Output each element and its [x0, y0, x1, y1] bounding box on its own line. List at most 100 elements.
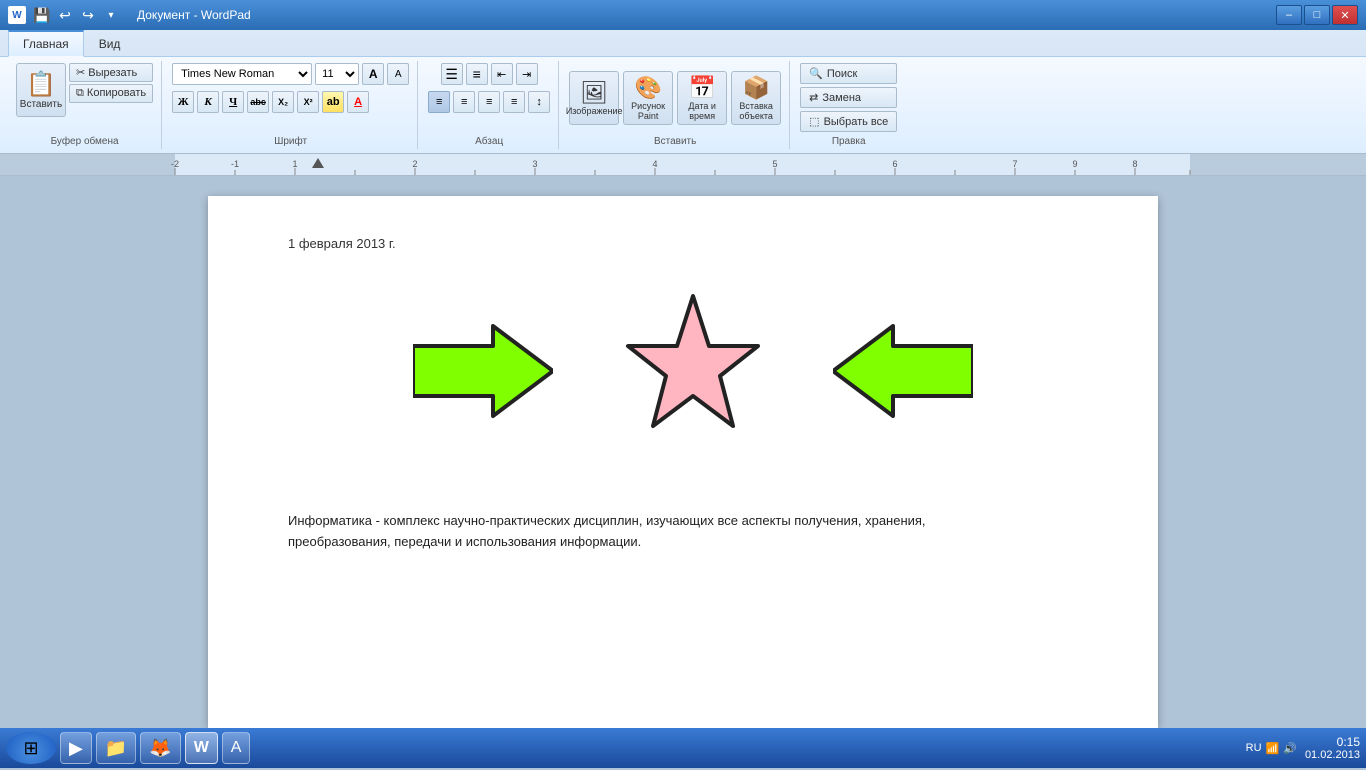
quick-access-toolbar: 💾 ↩ ↪ ▾ — [32, 5, 121, 25]
select-all-btn[interactable]: ⬚ Выбрать все — [800, 111, 897, 132]
line-spacing-btn[interactable]: ↕ — [528, 91, 550, 113]
bold-btn[interactable]: Ж — [172, 91, 194, 113]
clipboard-label: Буфер обмена — [51, 132, 119, 147]
network-icon: 📶 — [1266, 742, 1280, 755]
insert-paint-btn[interactable]: 🎨 РисунокPaint — [623, 71, 673, 125]
arrow-right-shape — [413, 321, 553, 421]
num-list-btn[interactable]: ≡ — [466, 63, 488, 85]
highlight-btn[interactable]: ab — [322, 91, 344, 113]
font-name-select[interactable]: Times New Roman — [172, 63, 312, 85]
font-shrink-btn[interactable]: A — [387, 63, 409, 85]
media-player-icon: ▶ — [69, 738, 83, 759]
replace-btn[interactable]: ⇄ Замена — [800, 87, 897, 108]
ruler-svg: 1 2 3 4 5 6 7 8 -1 -2 9 — [0, 154, 1366, 176]
search-btn[interactable]: 🔍 Поиск — [800, 63, 897, 84]
clock-date: 01.02.2013 — [1305, 749, 1360, 761]
select-all-icon: ⬚ — [809, 115, 819, 128]
svg-text:-1: -1 — [231, 159, 239, 169]
clipboard-group: 📋 Вставить ✂ Вырезать ⧉ Копировать Буфер… — [8, 61, 162, 149]
taskbar-file-explorer[interactable]: 📁 — [96, 732, 136, 764]
taskbar-media-player[interactable]: ▶ — [60, 732, 92, 764]
cut-label: Вырезать — [88, 67, 137, 79]
title-text: Документ - WordPad — [137, 8, 251, 22]
svg-text:9: 9 — [1072, 159, 1077, 169]
align-left-btn[interactable]: ≡ — [428, 91, 450, 113]
document-area: 1 февраля 2013 г. Информатика - комплекс… — [0, 176, 1366, 748]
paragraph-controls: ☰ ≡ ⇤ ⇥ ≡ ≡ ≡ ≡ ↕ — [428, 63, 550, 132]
insert-object-btn[interactable]: 📦 Вставкаобъекта — [731, 71, 781, 125]
font-color-btn[interactable]: A — [347, 91, 369, 113]
paste-icon: 📋 — [26, 70, 56, 99]
document-text[interactable]: Информатика - комплекс научно-практическ… — [288, 511, 988, 553]
align-right-btn[interactable]: ≡ — [478, 91, 500, 113]
svg-text:-2: -2 — [171, 159, 179, 169]
paragraph-group: ☰ ≡ ⇤ ⇥ ≡ ≡ ≡ ≡ ↕ Абзац — [420, 61, 559, 149]
wordpad-taskbar-icon: W — [194, 739, 209, 757]
svg-text:3: 3 — [532, 159, 537, 169]
insert-image-btn[interactable]: 🖼 Изображение — [569, 71, 619, 125]
ribbon-tabs: Главная Вид — [0, 30, 1366, 56]
svg-text:1: 1 — [292, 159, 297, 169]
ruler: 1 2 3 4 5 6 7 8 -1 -2 9 — [0, 154, 1366, 176]
decrease-indent-btn[interactable]: ⇤ — [491, 63, 513, 85]
find-controls: 🔍 Поиск ⇄ Замена ⬚ Выбрать все — [800, 63, 897, 132]
select-all-label: Выбрать все — [824, 116, 889, 128]
flashcard-icon: A — [231, 739, 242, 757]
file-explorer-icon: 📁 — [105, 738, 127, 759]
font-group: Times New Roman 11 A A Ж К Ч abc X₂ X² a… — [164, 61, 418, 149]
tab-view[interactable]: Вид — [84, 30, 136, 56]
undo-quick-btn[interactable]: ↩ — [55, 5, 75, 25]
language-indicator[interactable]: RU — [1246, 742, 1262, 754]
qa-dropdown-btn[interactable]: ▾ — [101, 5, 121, 25]
search-label: Поиск — [827, 68, 857, 80]
align-justify-btn[interactable]: ≡ — [503, 91, 525, 113]
svg-text:6: 6 — [892, 159, 897, 169]
paste-label: Вставить — [20, 99, 62, 110]
increase-indent-btn[interactable]: ⇥ — [516, 63, 538, 85]
svg-text:5: 5 — [772, 159, 777, 169]
font-grow-btn[interactable]: A — [362, 63, 384, 85]
superscript-btn[interactable]: X² — [297, 91, 319, 113]
align-center-btn[interactable]: ≡ — [453, 91, 475, 113]
redo-quick-btn[interactable]: ↪ — [78, 5, 98, 25]
copy-button[interactable]: ⧉ Копировать — [69, 84, 153, 103]
document-date: 1 февраля 2013 г. — [288, 236, 1098, 251]
insert-label: Вставить — [654, 132, 696, 147]
maximize-btn[interactable]: □ — [1304, 5, 1330, 25]
taskbar-wordpad[interactable]: W — [185, 732, 218, 764]
font-size-select[interactable]: 11 — [315, 63, 359, 85]
taskbar: ⊞ ▶ 📁 🦊 W A RU 📶 🔊 0:15 01.02.2013 — [0, 728, 1366, 768]
bullet-list-btn[interactable]: ☰ — [441, 63, 463, 85]
clipboard-small-buttons: ✂ Вырезать ⧉ Копировать — [69, 63, 153, 103]
underline-btn[interactable]: Ч — [222, 91, 244, 113]
insert-controls: 🖼 Изображение 🎨 РисунокPaint 📅 Дата ивре… — [569, 63, 781, 132]
object-icon: 📦 — [742, 75, 769, 101]
clock[interactable]: 0:15 01.02.2013 — [1305, 735, 1360, 761]
tab-home[interactable]: Главная — [8, 30, 84, 57]
close-btn[interactable]: ✕ — [1332, 5, 1358, 25]
cut-button[interactable]: ✂ Вырезать — [69, 63, 153, 82]
clock-time: 0:15 — [1305, 735, 1360, 749]
start-button[interactable]: ⊞ — [6, 732, 56, 764]
save-quick-btn[interactable]: 💾 — [32, 5, 52, 25]
datetime-label: Дата ивремя — [688, 101, 715, 121]
find-group: 🔍 Поиск ⇄ Замена ⬚ Выбрать все Правка — [792, 61, 905, 149]
insert-datetime-btn[interactable]: 📅 Дата ивремя — [677, 71, 727, 125]
paste-button[interactable]: 📋 Вставить — [16, 63, 66, 117]
page: 1 февраля 2013 г. Информатика - комплекс… — [208, 196, 1158, 728]
taskbar-firefox[interactable]: 🦊 — [140, 732, 180, 764]
strikethrough-btn[interactable]: abc — [247, 91, 269, 113]
ribbon-content: 📋 Вставить ✂ Вырезать ⧉ Копировать Буфер… — [0, 56, 1366, 153]
subscript-btn[interactable]: X₂ — [272, 91, 294, 113]
align-row: ≡ ≡ ≡ ≡ ↕ — [428, 91, 550, 113]
minimize-btn[interactable]: – — [1276, 5, 1302, 25]
svg-text:4: 4 — [652, 159, 657, 169]
insert-group: 🖼 Изображение 🎨 РисунокPaint 📅 Дата ивре… — [561, 61, 790, 149]
svg-text:7: 7 — [1012, 159, 1017, 169]
ribbon: Главная Вид 📋 Вставить ✂ Вырезать ⧉ Коп — [0, 30, 1366, 154]
italic-btn[interactable]: К — [197, 91, 219, 113]
font-controls: Times New Roman 11 A A Ж К Ч abc X₂ X² a… — [172, 63, 409, 132]
taskbar-flashcard[interactable]: A — [222, 732, 251, 764]
datetime-icon: 📅 — [688, 75, 715, 101]
image-icon: 🖼 — [580, 80, 608, 106]
